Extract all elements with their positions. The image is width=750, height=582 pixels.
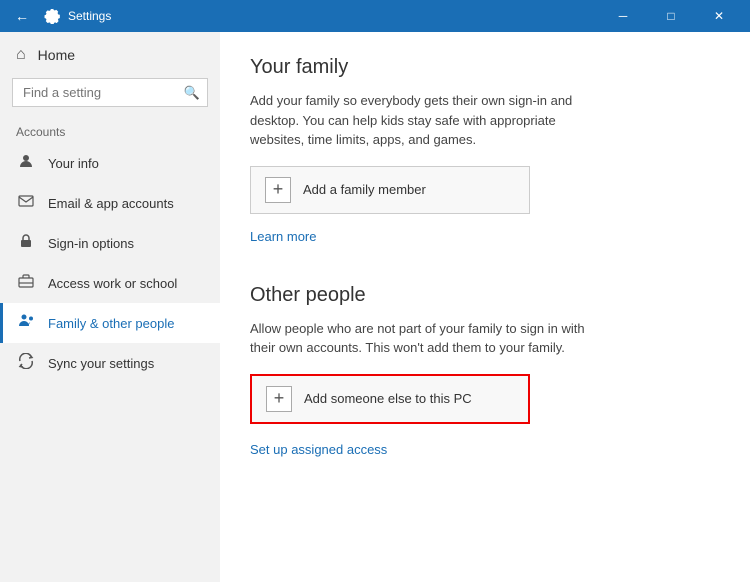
add-someone-plus-icon: +	[266, 386, 292, 412]
learn-more-link[interactable]: Learn more	[250, 229, 316, 244]
sidebar-item-email-app[interactable]: Email & app accounts	[0, 183, 220, 223]
add-family-plus-icon: +	[265, 177, 291, 203]
app-body: ⌂ Home 🔍 Accounts Your info Email & app …	[0, 32, 750, 582]
search-box: 🔍	[12, 78, 208, 107]
family-label: Family & other people	[48, 316, 174, 331]
content-area: Your family Add your family so everybody…	[220, 32, 750, 582]
sidebar-item-sign-in[interactable]: Sign-in options	[0, 223, 220, 263]
other-people-section: Other people Allow people who are not pa…	[250, 284, 720, 457]
maximize-button[interactable]: □	[648, 0, 694, 32]
settings-app-icon	[42, 6, 62, 26]
window-controls: ─ □ ✕	[600, 0, 742, 32]
other-people-title: Other people	[250, 284, 720, 307]
access-work-label: Access work or school	[48, 276, 177, 291]
home-label: Home	[38, 47, 75, 63]
briefcase-icon	[16, 273, 36, 293]
sidebar-item-sync[interactable]: Sync your settings	[0, 343, 220, 383]
app-title: Settings	[68, 9, 600, 23]
title-bar: ← Settings ─ □ ✕	[0, 0, 750, 32]
family-section: Your family Add your family so everybody…	[250, 56, 720, 268]
accounts-section-label: Accounts	[0, 119, 220, 143]
back-button[interactable]: ←	[8, 2, 36, 30]
add-family-label: Add a family member	[303, 182, 426, 197]
minimize-button[interactable]: ─	[600, 0, 646, 32]
sidebar-item-access-work[interactable]: Access work or school	[0, 263, 220, 303]
set-access-link[interactable]: Set up assigned access	[250, 442, 387, 457]
lock-icon	[16, 233, 36, 253]
other-people-description: Allow people who are not part of your fa…	[250, 319, 610, 358]
sync-label: Sync your settings	[48, 356, 154, 371]
family-icon	[16, 313, 36, 333]
sync-icon	[16, 353, 36, 373]
sidebar-item-your-info[interactable]: Your info	[0, 143, 220, 183]
sign-in-label: Sign-in options	[48, 236, 134, 251]
add-someone-button[interactable]: + Add someone else to this PC	[250, 374, 530, 424]
sidebar-item-home[interactable]: ⌂ Home	[0, 32, 220, 78]
family-title: Your family	[250, 56, 720, 79]
your-info-icon	[16, 153, 36, 173]
email-label: Email & app accounts	[48, 196, 174, 211]
email-icon	[16, 193, 36, 213]
search-input[interactable]	[12, 78, 208, 107]
home-icon: ⌂	[16, 46, 26, 64]
your-info-label: Your info	[48, 156, 99, 171]
add-family-button[interactable]: + Add a family member	[250, 166, 530, 214]
close-button[interactable]: ✕	[696, 0, 742, 32]
sidebar-item-family[interactable]: Family & other people	[0, 303, 220, 343]
add-someone-label: Add someone else to this PC	[304, 391, 472, 406]
family-description: Add your family so everybody gets their …	[250, 91, 610, 150]
search-icon: 🔍	[184, 85, 200, 101]
sidebar: ⌂ Home 🔍 Accounts Your info Email & app …	[0, 32, 220, 582]
